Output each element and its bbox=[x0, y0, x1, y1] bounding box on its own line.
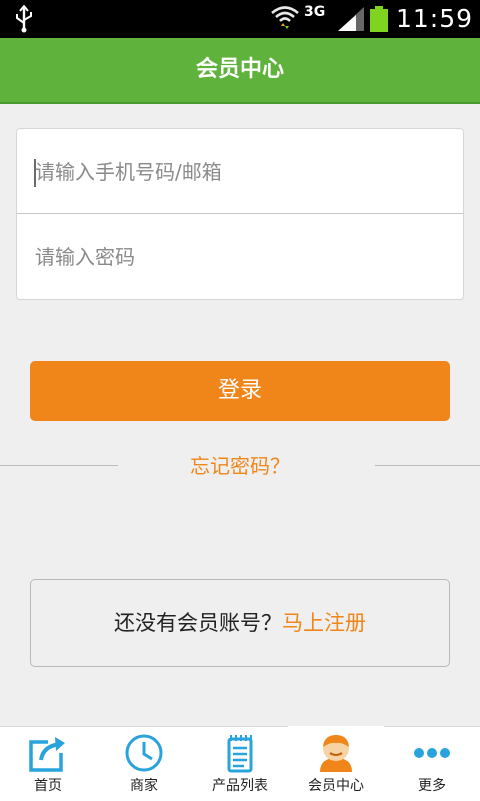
login-button[interactable]: 登录 bbox=[30, 361, 450, 421]
forgot-password-row: 忘记密码？ bbox=[0, 444, 480, 488]
password-input[interactable]: 请输入密码 bbox=[17, 214, 463, 298]
nav-label: 会员中心 bbox=[308, 778, 364, 794]
nav-item-products[interactable]: 产品列表 bbox=[192, 727, 288, 801]
nav-item-home[interactable]: 首页 bbox=[0, 727, 96, 801]
usb-icon bbox=[16, 5, 32, 33]
signal-icon bbox=[338, 7, 364, 31]
forgot-password-link[interactable]: 忘记密码？ bbox=[0, 444, 480, 488]
nav-item-more[interactable]: 更多 bbox=[384, 727, 480, 801]
bottom-nav: 首页 商家 产品列表 会员中心 更多 bbox=[0, 726, 480, 801]
divider-right bbox=[375, 465, 480, 466]
wifi-icon bbox=[271, 6, 299, 29]
nav-label: 首页 bbox=[34, 778, 62, 794]
nav-label: 更多 bbox=[418, 778, 446, 794]
more-icon bbox=[414, 748, 450, 758]
phone-email-placeholder: 请输入手机号码/邮箱 bbox=[35, 160, 222, 184]
status-bar: 3G 11:59 bbox=[0, 0, 480, 38]
battery-icon bbox=[370, 6, 388, 32]
nav-label: 产品列表 bbox=[212, 778, 268, 794]
nav-label: 商家 bbox=[130, 778, 158, 794]
title-bar: 会员中心 bbox=[0, 38, 480, 104]
nav-item-merchants[interactable]: 商家 bbox=[96, 727, 192, 801]
register-box: 还没有会员账号？马上注册 bbox=[30, 579, 450, 667]
network-type: 3G bbox=[304, 4, 326, 20]
login-form: 请输入手机号码/邮箱 请输入密码 bbox=[16, 128, 464, 300]
list-icon bbox=[227, 735, 253, 773]
page-title: 会员中心 bbox=[195, 57, 284, 82]
nav-item-member-center[interactable]: 会员中心 bbox=[288, 726, 384, 801]
register-prompt: 还没有会员账号？ bbox=[114, 611, 282, 635]
clock: 11:59 bbox=[396, 4, 474, 33]
user-icon bbox=[320, 735, 352, 772]
clock-icon bbox=[125, 734, 163, 772]
register-text: 还没有会员账号？马上注册 bbox=[31, 580, 449, 666]
share-icon bbox=[29, 735, 66, 772]
register-link[interactable]: 马上注册 bbox=[282, 611, 366, 635]
phone-email-input[interactable]: 请输入手机号码/邮箱 bbox=[17, 129, 463, 214]
password-placeholder: 请输入密码 bbox=[35, 245, 135, 269]
